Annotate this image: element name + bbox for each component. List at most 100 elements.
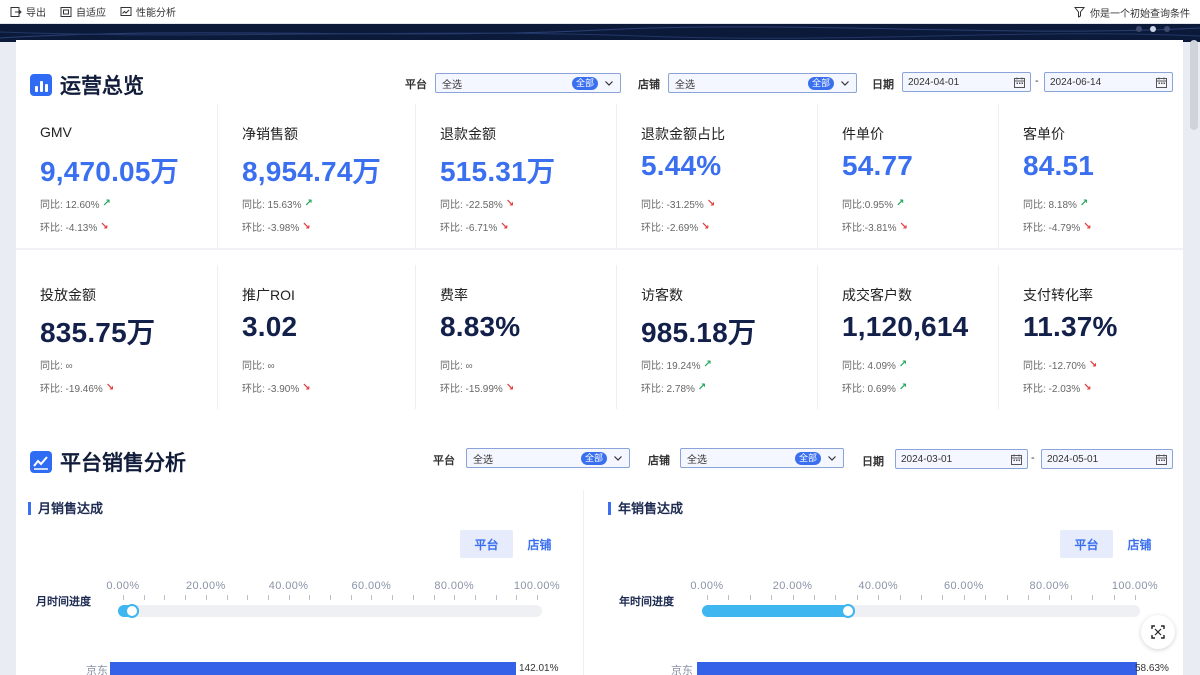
sales-date-label: 日期 bbox=[862, 456, 884, 468]
arrow-up-icon: ↗ bbox=[703, 359, 712, 370]
sales-title: 平台销售分析 bbox=[30, 447, 186, 477]
bar-chart-icon bbox=[30, 74, 52, 96]
page-dot-active[interactable] bbox=[1150, 26, 1156, 32]
metric-card: GMV 9,470.05万 同比: 12.60% ↗ 环比: -4.13% ↘ bbox=[16, 104, 218, 248]
tab-store[interactable]: 店铺 bbox=[513, 530, 566, 558]
sales-date-end[interactable]: 2024-05-01 bbox=[1041, 449, 1173, 469]
scale-tick-label: 40.00% bbox=[268, 580, 309, 592]
metric-mom: 环比: -4.79% ↘ bbox=[1023, 219, 1092, 234]
query-condition-button[interactable]: 你是一个初始查询条件 bbox=[1074, 0, 1190, 24]
scale-tick bbox=[728, 595, 730, 600]
calendar-icon bbox=[1014, 77, 1025, 88]
page-dot[interactable] bbox=[1164, 26, 1170, 32]
tab-platform[interactable]: 平台 bbox=[460, 530, 513, 558]
metric-card: 支付转化率 11.37% 同比: -12.70% ↘ 环比: -2.03% ↘ bbox=[999, 265, 1183, 409]
scrollbar-thumb[interactable] bbox=[1190, 40, 1198, 130]
arrow-down-icon: ↘ bbox=[505, 198, 515, 209]
arrow-down-icon: ↘ bbox=[1083, 382, 1092, 393]
overview-date-end[interactable]: 2024-06-14 bbox=[1044, 72, 1173, 92]
metric-mom-text: 环比: 0.69% bbox=[842, 384, 896, 395]
metric-yoy-text: 同比: 4.09% bbox=[842, 361, 896, 372]
sales-title-text: 平台销售分析 bbox=[60, 452, 186, 475]
metric-yoy: 同比: ∞ bbox=[440, 357, 473, 372]
arrow-up-icon: ↗ bbox=[1079, 198, 1089, 209]
metric-label: 投放金额 bbox=[40, 287, 96, 303]
overview-date-start-value: 2024-04-01 bbox=[908, 76, 960, 88]
tab-platform[interactable]: 平台 bbox=[1060, 530, 1113, 558]
monthly-bar-label: 京东 bbox=[86, 665, 108, 675]
overview-store-select[interactable]: 全选 全部 bbox=[668, 73, 857, 93]
metric-mom-text: 环比: -15.99% bbox=[440, 384, 503, 395]
sales-store-label: 店铺 bbox=[648, 455, 670, 467]
overview-store-value: 全选 bbox=[675, 79, 695, 91]
scale-tick bbox=[309, 595, 311, 600]
monthly-progress-label: 月时间进度 bbox=[36, 596, 91, 608]
sales-date-end-value: 2024-05-01 bbox=[1047, 453, 1099, 465]
scale-tick bbox=[537, 595, 538, 600]
overview-date-start[interactable]: 2024-04-01 bbox=[902, 72, 1031, 92]
metric-yoy-text: 同比: 12.60% bbox=[40, 200, 100, 211]
yearly-tabs: 平台 店铺 bbox=[1060, 530, 1166, 558]
scale-tick bbox=[185, 595, 187, 600]
scale-tick bbox=[267, 595, 269, 600]
scale-tick bbox=[1006, 595, 1008, 600]
sales-platform-tag: 全部 bbox=[580, 452, 607, 465]
metric-yoy: 同比: 12.60% ↗ bbox=[40, 196, 111, 211]
metric-yoy-text: 同比: -12.70% bbox=[1023, 361, 1086, 372]
scale-tick bbox=[1092, 595, 1094, 600]
metric-label: 推广ROI bbox=[242, 287, 295, 303]
overview-platform-select[interactable]: 全选 全部 bbox=[435, 73, 621, 93]
metric-card: 访客数 985.18万 同比: 19.24% ↗ 环比: 2.78% ↗ bbox=[617, 265, 818, 409]
overview-date-separator: - bbox=[1035, 75, 1039, 87]
yearly-progress-label: 年时间进度 bbox=[619, 596, 674, 608]
calendar-icon bbox=[1156, 454, 1167, 465]
monthly-progress-handle[interactable] bbox=[125, 604, 140, 618]
yearly-progress-handle[interactable] bbox=[841, 604, 856, 618]
sales-date-separator: - bbox=[1031, 452, 1035, 464]
metric-yoy: 同比: ∞ bbox=[40, 357, 73, 372]
metric-yoy-text: 同比: -31.25% bbox=[641, 200, 704, 211]
scale-tick bbox=[856, 595, 858, 600]
metric-card: 件单价 54.77 同比:0.95% ↗ 环比:-3.81% ↘ bbox=[818, 104, 999, 248]
fullscreen-button[interactable] bbox=[1141, 615, 1175, 649]
yearly-progress-track bbox=[702, 604, 1140, 618]
page-dot[interactable] bbox=[1136, 26, 1142, 32]
sales-date-start-value: 2024-03-01 bbox=[901, 453, 953, 465]
sales-platform-select[interactable]: 全选 全部 bbox=[466, 448, 630, 468]
metric-mom-text: 环比: -3.98% bbox=[242, 223, 300, 234]
metric-value: 1,120,614 bbox=[842, 311, 969, 342]
export-label: 导出 bbox=[26, 8, 46, 19]
chevron-down-icon bbox=[841, 81, 849, 86]
metric-label: 退款金额占比 bbox=[641, 126, 725, 142]
sales-store-value: 全选 bbox=[687, 454, 707, 466]
overview-title-text: 运营总览 bbox=[60, 75, 144, 98]
overview-title: 运营总览 bbox=[30, 70, 144, 100]
metric-yoy: 同比: -12.70% ↘ bbox=[1023, 357, 1097, 372]
chevron-down-icon bbox=[828, 456, 836, 461]
metric-yoy: 同比: -22.58% ↘ bbox=[440, 196, 514, 211]
metric-yoy: 同比: -31.25% ↘ bbox=[641, 196, 715, 211]
metric-value: 835.75万 bbox=[40, 317, 156, 348]
metric-yoy: 同比:0.95% ↗ bbox=[842, 196, 905, 211]
top-toolbar: 导出 自适应 性能分析 你是一个初始查询条件 bbox=[0, 0, 1200, 24]
scale-tick bbox=[433, 595, 435, 600]
sales-store-select[interactable]: 全选 全部 bbox=[680, 448, 844, 468]
metric-mom: 环比:-3.81% ↘ bbox=[842, 219, 908, 234]
scale-tick bbox=[143, 595, 145, 600]
scale-tick bbox=[247, 595, 249, 600]
sales-date-start[interactable]: 2024-03-01 bbox=[895, 449, 1028, 469]
metric-mom: 环比: -6.71% ↘ bbox=[440, 219, 509, 234]
arrow-down-icon: ↘ bbox=[706, 198, 716, 209]
export-button[interactable]: 导出 bbox=[10, 4, 46, 19]
metric-label: 费率 bbox=[440, 287, 468, 303]
metrics-row-sales: GMV 9,470.05万 同比: 12.60% ↗ 环比: -4.13% ↘ 净销售额 8,… bbox=[16, 104, 1183, 248]
arrow-down-icon: ↘ bbox=[1083, 221, 1092, 232]
adaptive-button[interactable]: 自适应 bbox=[60, 4, 106, 19]
yearly-achievement-title: 年销售达成 bbox=[608, 502, 683, 515]
metric-mom-text: 环比: -2.69% bbox=[641, 223, 699, 234]
metric-card: 推广ROI 3.02 同比: ∞ 环比: -3.90% ↘ bbox=[218, 265, 416, 409]
performance-icon bbox=[120, 6, 132, 18]
tab-store[interactable]: 店铺 bbox=[1113, 530, 1166, 558]
performance-button[interactable]: 性能分析 bbox=[120, 4, 176, 19]
metric-card: 成交客户数 1,120,614 同比: 4.09% ↗ 环比: 0.69% ↗ bbox=[818, 265, 999, 409]
